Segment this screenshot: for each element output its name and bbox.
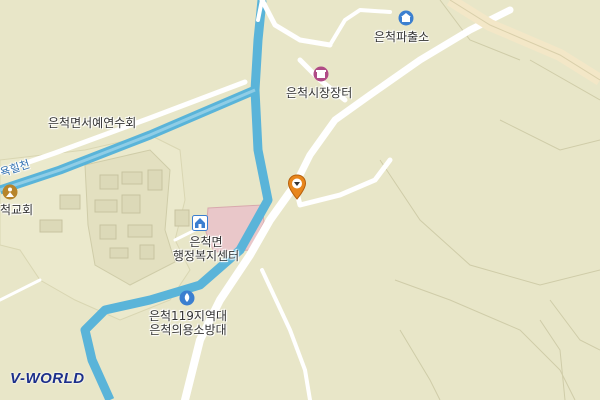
police-icon[interactable] — [398, 10, 414, 30]
market-icon[interactable] — [313, 66, 329, 86]
fire-station-label-line2: 은척의용소방대 — [149, 323, 227, 337]
police-box-label: 은척파출소 — [374, 30, 430, 44]
map-canvas[interactable]: 은척파출소 은척시장장터 은척면서예연수회 욕힐천 척교회 은척면 행정복지센터 — [0, 0, 600, 400]
fire-station-label-line1: 은척119지역대 — [148, 309, 228, 323]
elders-club-label: 은척면서예연수회 — [48, 116, 137, 130]
government-office-icon[interactable] — [192, 215, 208, 235]
market-label: 은척시장장터 — [286, 86, 353, 100]
fire-station-icon[interactable] — [179, 290, 195, 310]
location-pin-icon[interactable] — [287, 174, 307, 204]
church-label: 척교회 — [0, 203, 34, 217]
church-icon[interactable] — [2, 184, 18, 204]
admin-center-label-line2: 행정복지센터 — [172, 249, 240, 263]
vworld-logo: V-WORLD — [10, 370, 85, 387]
admin-center-label-line1: 은척면 — [189, 235, 223, 249]
